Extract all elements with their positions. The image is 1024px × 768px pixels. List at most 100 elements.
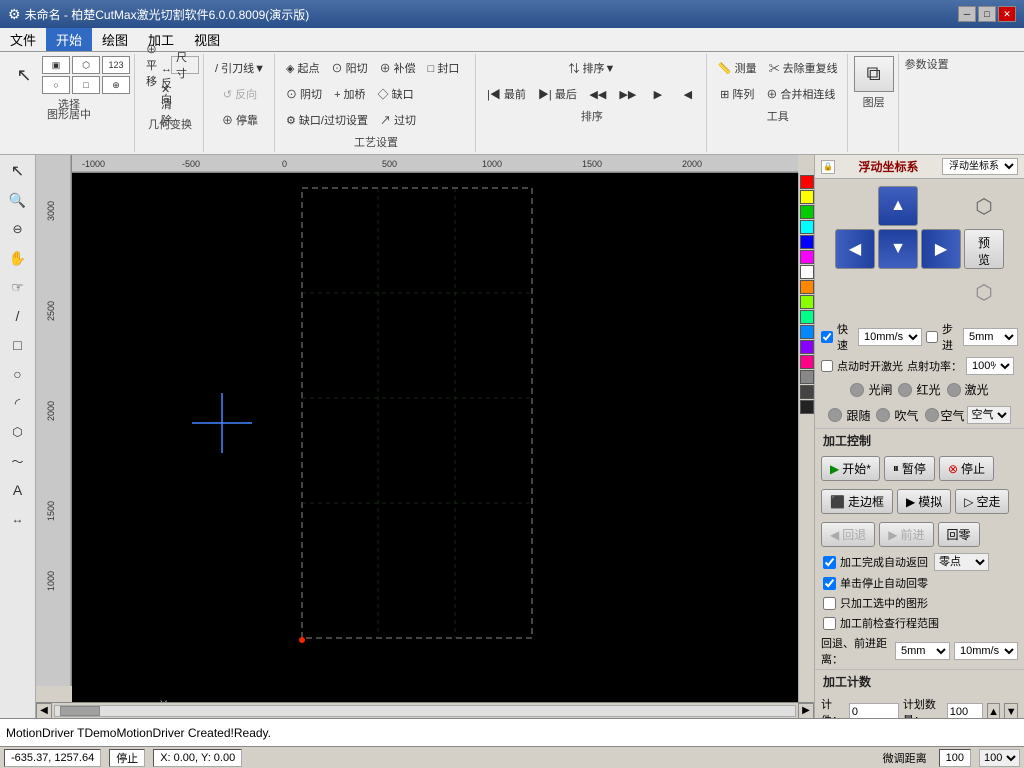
compensate-btn[interactable]: ⊕ 补偿 — [375, 56, 421, 80]
coord-system-select[interactable]: 浮动坐标系 机器坐标系 — [942, 158, 1018, 175]
arc-tool[interactable]: ◜ — [3, 389, 33, 417]
layer-color-6[interactable] — [800, 250, 814, 264]
lead-line-btn[interactable]: / 引刀线▼ — [210, 56, 270, 80]
counter-down-btn[interactable]: ▼ — [1004, 703, 1018, 718]
layer-color-16[interactable] — [800, 400, 814, 414]
return-point-select[interactable]: 零点 起始点 — [934, 553, 989, 571]
start-point-btn[interactable]: ◈ 起点 — [281, 56, 325, 80]
spline-tool[interactable]: 〜 — [3, 447, 33, 475]
fast-speed-select[interactable]: 10mm/s 5mm/s 20mm/s — [858, 328, 922, 346]
coord-lock-btn[interactable]: 🔒 — [821, 160, 835, 174]
step-check[interactable] — [926, 331, 938, 343]
close-button[interactable]: ✕ — [998, 6, 1016, 22]
blow-btn[interactable]: 吹气 — [876, 407, 918, 424]
move-down-btn[interactable]: ▼ — [878, 229, 918, 269]
layer-color-4[interactable] — [800, 220, 814, 234]
menu-view[interactable]: 视图 — [184, 28, 230, 51]
notch-settings-btn[interactable]: ⚙ 缺口/过切设置 — [281, 108, 373, 132]
selected-only-check[interactable] — [823, 597, 836, 610]
menu-start[interactable]: 开始 — [46, 28, 92, 51]
yang-cut-btn[interactable]: ⊙ 阳切 — [327, 56, 373, 80]
menu-file[interactable]: 文件 — [0, 28, 46, 51]
dock-btn[interactable]: ⊕ 停靠 — [217, 108, 263, 132]
next-btn[interactable]: ▶▶ — [614, 82, 642, 106]
first-btn[interactable]: |◀ 最前 — [482, 82, 531, 106]
layer-color-3[interactable] — [800, 205, 814, 219]
start-btn[interactable]: ▶ 开始* — [821, 456, 880, 481]
layer-color-14[interactable] — [800, 370, 814, 384]
measure-tool[interactable]: ↔ — [3, 505, 33, 533]
layer-color-12[interactable] — [800, 340, 814, 354]
last-btn[interactable]: ▶| 最后 — [533, 82, 582, 106]
canvas-area[interactable]: -1000 -500 0 500 1000 1500 2000 3000 250… — [36, 155, 814, 702]
canvas-bg[interactable]: Y X — [72, 173, 798, 702]
array-btn[interactable]: ⊞ 阵列 — [715, 82, 759, 106]
merge-btn[interactable]: ⊕ 合并相连线 — [761, 82, 840, 106]
air-select[interactable]: 空气 氮气 — [967, 406, 1011, 424]
measure-tool-btn[interactable]: 📏 测量 — [713, 56, 762, 80]
prev-btn[interactable]: ◀◀ — [584, 82, 612, 106]
move-up-btn[interactable]: ▲ — [878, 186, 918, 226]
layer-color-1[interactable] — [800, 175, 814, 189]
pan-tool[interactable]: ✋ — [3, 244, 33, 272]
forward-nav-btn[interactable]: ▶ — [644, 82, 672, 106]
layer-color-5[interactable] — [800, 235, 814, 249]
simulate-btn[interactable]: ▶ 模拟 — [897, 489, 951, 514]
layers-btn[interactable]: ⧉ — [854, 56, 894, 92]
home-btn[interactable]: 回零 — [938, 522, 980, 547]
forward-proc-btn[interactable]: ▶ 前进 — [879, 522, 933, 547]
poly-tool[interactable]: ⬡ — [3, 418, 33, 446]
zoom-in-tool[interactable]: 🔍 — [3, 186, 33, 214]
layer-color-13[interactable] — [800, 355, 814, 369]
stop-btn[interactable]: ⊗ 停止 — [939, 456, 994, 481]
retreat-dist-select[interactable]: 5mm 10mm — [895, 642, 950, 660]
count-input[interactable] — [849, 703, 899, 718]
pointer-tool[interactable]: ↖ — [3, 157, 33, 185]
layer-color-11[interactable] — [800, 325, 814, 339]
pause-btn[interactable]: ⏸ 暂停 — [884, 456, 935, 481]
layer-color-9[interactable] — [800, 295, 814, 309]
num-select-btn[interactable]: 123 — [102, 56, 130, 74]
dot-power-select[interactable]: 100% 50% — [966, 357, 1014, 375]
seal-btn[interactable]: □ 封口 — [423, 56, 465, 80]
clear-btn[interactable]: ✕清除 — [156, 96, 184, 114]
move-left-btn[interactable]: ◀ — [835, 229, 875, 269]
layer-color-8[interactable] — [800, 280, 814, 294]
retreat-speed-select[interactable]: 10mm/s 5mm/s — [954, 642, 1018, 660]
auto-home-check[interactable] — [823, 577, 836, 590]
scroll-left-btn[interactable]: ◀ — [36, 703, 52, 719]
fine-adj-select[interactable]: 100 50 10 — [979, 749, 1020, 767]
border-btn[interactable]: ⬛ 走边框 — [821, 489, 893, 514]
maximize-button[interactable]: □ — [978, 6, 996, 22]
scroll-right-btn[interactable]: ▶ — [798, 703, 814, 719]
plan-input[interactable] — [947, 703, 983, 718]
dot-shoot-check[interactable] — [821, 360, 833, 372]
overcut-btn[interactable]: ↗ 过切 — [375, 108, 421, 132]
line-tool[interactable]: / — [3, 302, 33, 330]
step-select[interactable]: 5mm 1mm 10mm — [963, 328, 1018, 346]
back-btn[interactable]: ◀ 回退 — [821, 522, 875, 547]
circle-btn[interactable]: ○ — [42, 76, 70, 94]
gap-btn[interactable]: ◇ 缺口 — [373, 82, 419, 106]
laser-btn[interactable]: 激光 — [947, 381, 989, 398]
backward-nav-btn[interactable]: ◀ — [674, 82, 702, 106]
text-tool[interactable]: A — [3, 476, 33, 504]
counter-up-btn[interactable]: ▲ — [987, 703, 1001, 718]
layer-color-7[interactable] — [800, 265, 814, 279]
circle-tool[interactable]: ○ — [3, 360, 33, 388]
auto-return-check[interactable] — [823, 556, 836, 569]
yin-cut-btn[interactable]: ⊙ 阴切 — [281, 82, 327, 106]
hand-tool[interactable]: ☞ — [3, 273, 33, 301]
check-range-check[interactable] — [823, 617, 836, 630]
minimize-button[interactable]: ─ — [958, 6, 976, 22]
layer-color-15[interactable] — [800, 385, 814, 399]
follow-btn[interactable]: 跟随 — [828, 407, 870, 424]
shutter-btn[interactable]: 光闸 — [850, 381, 892, 398]
add-bridge-btn[interactable]: + 加桥 — [329, 82, 370, 106]
reverse-btn[interactable]: ↺ 反向 — [218, 82, 262, 106]
sort-btn[interactable]: ⇅ 排序▼ — [563, 56, 620, 80]
square-btn[interactable]: □ — [72, 76, 100, 94]
layer-color-2[interactable] — [800, 190, 814, 204]
select-tool-btn[interactable]: ↖ — [8, 57, 40, 93]
move-right-btn[interactable]: ▶ — [921, 229, 961, 269]
